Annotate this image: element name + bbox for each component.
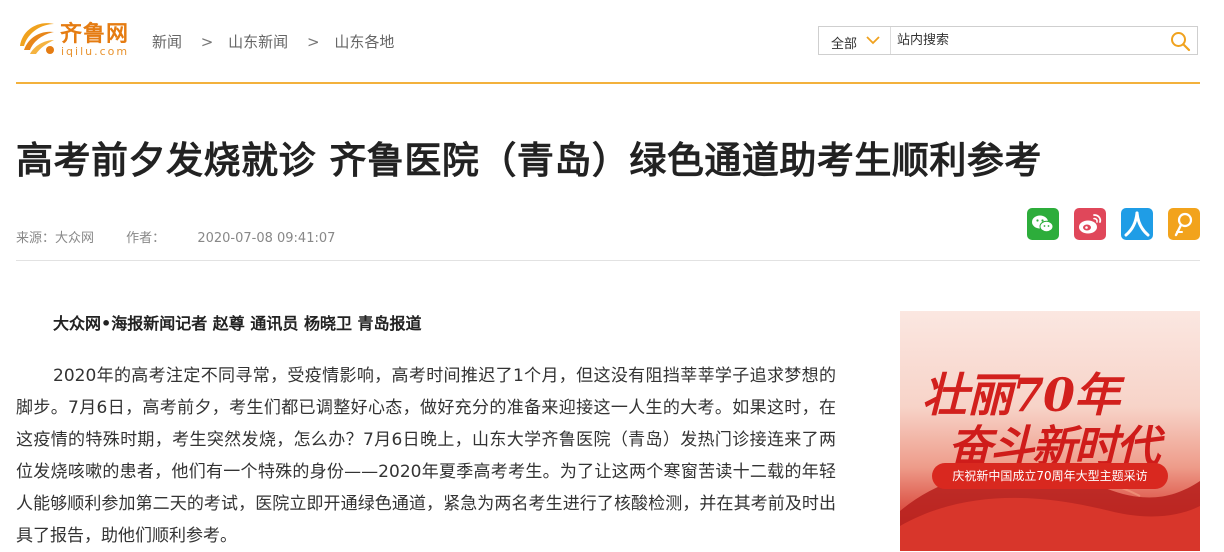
search-icon (1171, 32, 1191, 52)
article-author: 作者： (126, 231, 166, 246)
search-input[interactable] (895, 28, 1157, 53)
meta-divider (16, 260, 1200, 261)
weibo-icon (1079, 214, 1102, 234)
banner-caption: 庆祝新中国成立70周年大型主题采访 (932, 463, 1168, 489)
wechat-icon (1032, 215, 1054, 233)
site-logo[interactable]: 齐鲁网 iqilu.com (14, 14, 136, 64)
breadcrumb-shandong-regions[interactable]: 山东各地 (334, 31, 394, 52)
share-renren-button[interactable] (1121, 208, 1153, 240)
article-byline: 大众网•海报新闻记者 赵尊 通讯员 杨晓卫 青岛报道 (53, 314, 422, 333)
article-source: 来源：大众网 (16, 231, 95, 246)
article-meta: 来源：大众网 作者： 2020-07-08 09:41:07 (16, 227, 335, 246)
search-scope-label: 全部 (831, 37, 858, 52)
logo-text: 齐鲁网 (60, 22, 130, 47)
share-weibo-button[interactable] (1074, 208, 1106, 240)
site-search: 全部 (818, 26, 1198, 55)
share-qzone-button[interactable] (1168, 208, 1200, 240)
promo-banner[interactable]: 壮丽70年 奋斗新时代 庆祝新中国成立70周年大型主题采访 (900, 311, 1200, 551)
logo-swirl-icon (20, 23, 54, 54)
renren-icon (1124, 211, 1150, 237)
breadcrumb-news[interactable]: 新闻 (152, 31, 182, 52)
header-divider (16, 82, 1200, 84)
qzone-icon (1174, 212, 1193, 237)
search-button[interactable] (1169, 30, 1191, 52)
logo-domain: iqilu.com (61, 45, 130, 58)
breadcrumb-separator: > (306, 33, 320, 51)
breadcrumb: 新闻 > 山东新闻 > 山东各地 (152, 31, 394, 52)
article-date: 2020-07-08 09:41:07 (197, 231, 336, 246)
article-paragraph: 2020年的高考注定不同寻常，受疫情影响，高考时间推迟了1个月，但这没有阻挡莘莘… (16, 366, 836, 546)
breadcrumb-separator: > (200, 33, 214, 51)
article-title: 高考前夕发烧就诊 齐鲁医院（青岛）绿色通道助考生顺利参考 (16, 139, 1042, 182)
search-scope-dropdown[interactable]: 全部 (819, 27, 891, 54)
site-header: 齐鲁网 iqilu.com 新闻 > 山东新闻 > 山东各地 全部 (0, 0, 1224, 84)
chevron-down-icon (866, 36, 880, 45)
share-wechat-button[interactable] (1027, 208, 1059, 240)
breadcrumb-shandong-news[interactable]: 山东新闻 (228, 31, 288, 52)
